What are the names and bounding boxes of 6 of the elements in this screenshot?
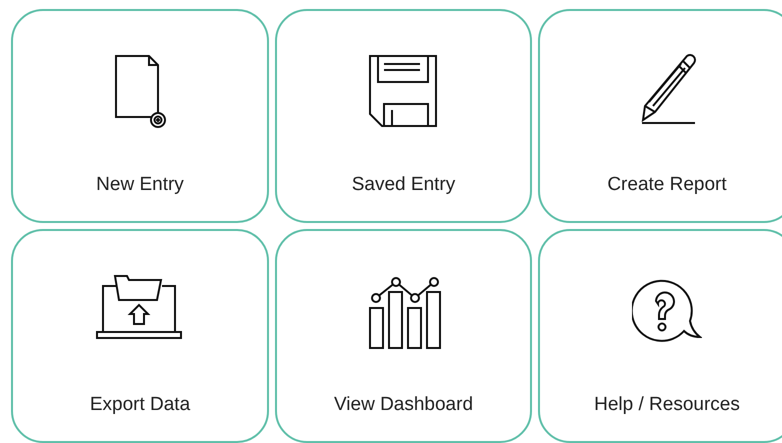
tile-button[interactable]: Export Data (11, 229, 269, 443)
tile-button[interactable]: New Entry (11, 9, 269, 223)
tile-button[interactable]: View Dashboard (275, 229, 532, 443)
tile-button[interactable]: Help / Resources (538, 229, 782, 443)
tile-button[interactable]: Saved Entry (275, 9, 532, 223)
tile-button[interactable]: Create Report (538, 9, 782, 223)
